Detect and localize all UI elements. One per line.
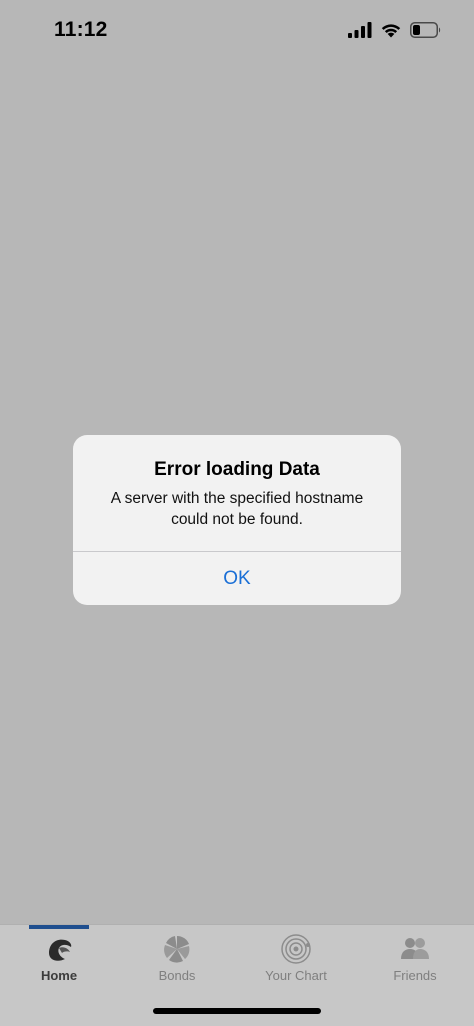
- friends-icon: [399, 933, 431, 965]
- home-indicator[interactable]: [153, 1008, 321, 1014]
- error-alert-dialog: Error loading Data A server with the spe…: [73, 435, 401, 605]
- status-time: 11:12: [54, 18, 108, 41]
- status-icons: [348, 22, 442, 38]
- ok-button[interactable]: OK: [73, 552, 401, 605]
- tab-home[interactable]: Home: [0, 925, 118, 995]
- tab-friends[interactable]: Friends: [356, 925, 474, 995]
- battery-icon: [410, 22, 442, 38]
- alert-title: Error loading Data: [154, 459, 320, 480]
- tab-label-home: Home: [40, 968, 78, 983]
- alert-message-line-1: A server with the specified hostname: [110, 490, 364, 507]
- wifi-icon: [380, 22, 402, 38]
- status-bar: 11:12: [0, 0, 474, 64]
- alert-message-line-2: could not be found.: [171, 511, 303, 528]
- tab-label-your-chart: Your Chart: [265, 968, 327, 983]
- alert-message: A server with the specified hostname cou…: [91, 488, 383, 530]
- bonds-icon: [161, 933, 193, 965]
- chart-wheel-icon: [280, 933, 312, 965]
- cellular-signal-icon: [348, 22, 372, 38]
- home-logo-icon: [43, 933, 75, 965]
- tab-your-chart[interactable]: Your Chart: [237, 925, 355, 995]
- tab-label-bonds: Bonds: [158, 968, 196, 983]
- tab-bonds[interactable]: Bonds: [118, 925, 236, 995]
- tab-label-friends: Friends: [393, 968, 437, 983]
